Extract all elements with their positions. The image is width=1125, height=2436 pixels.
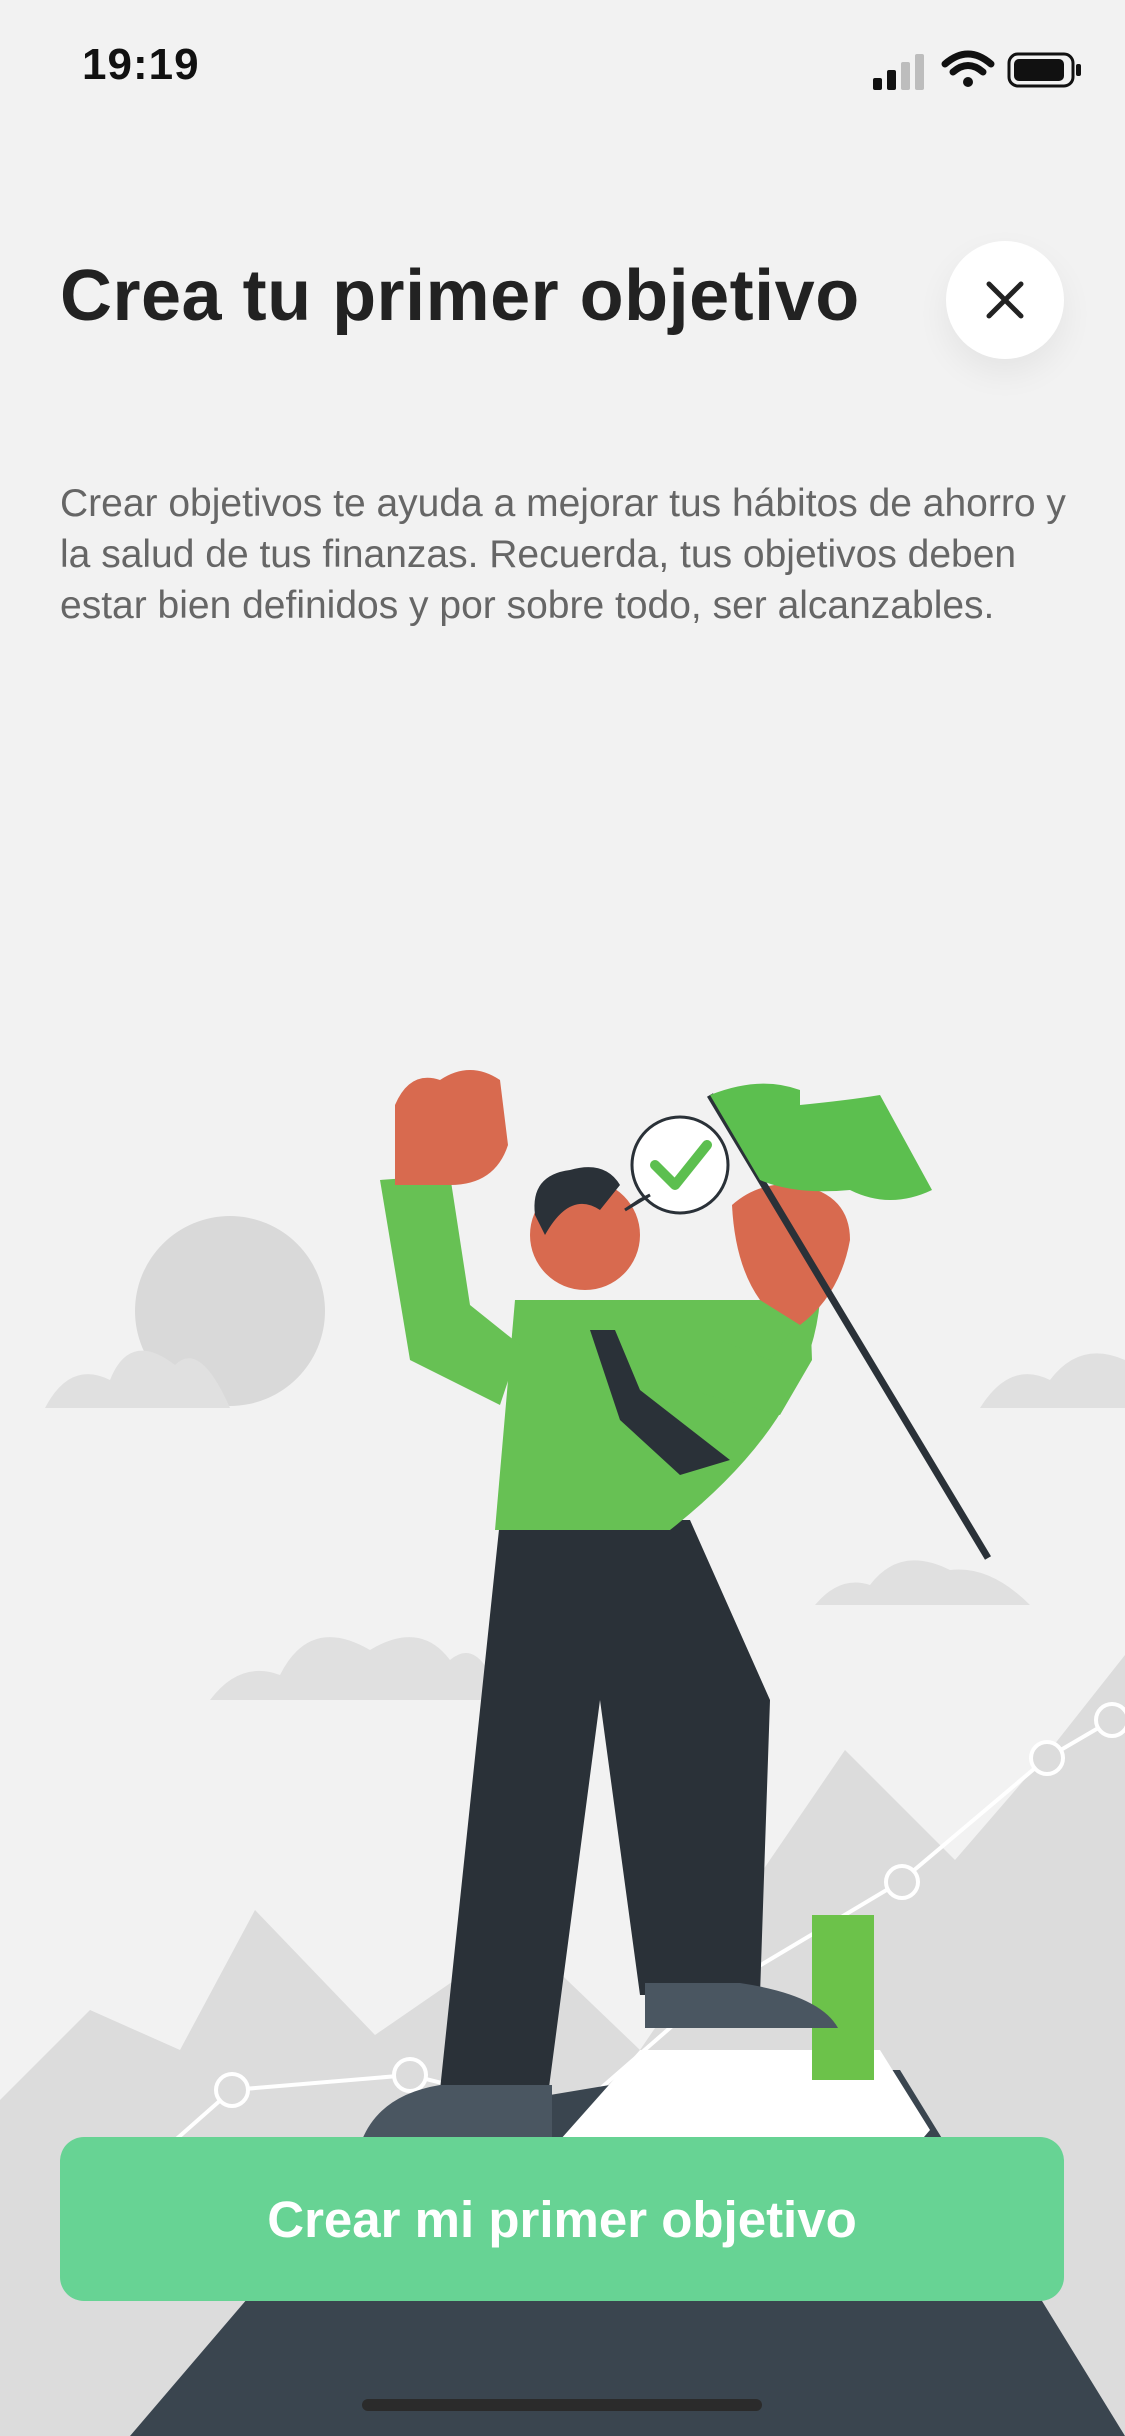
cloud-right — [980, 1353, 1125, 1408]
page-title: Crea tu primer objetivo — [60, 256, 860, 336]
description-text: Crear objetivos te ayuda a mejorar tus h… — [60, 482, 1066, 627]
create-goal-button-label: Crear mi primer objetivo — [267, 2190, 857, 2248]
peak-marker — [812, 1915, 874, 2080]
battery-icon — [1007, 52, 1081, 88]
status-bar: 19:19 — [0, 0, 1125, 135]
wifi-icon — [941, 50, 995, 87]
status-icons — [873, 50, 1081, 90]
create-goal-button[interactable]: Crear mi primer objetivo — [60, 2137, 1064, 2301]
status-time: 19:19 — [82, 40, 200, 89]
signal-icon — [873, 54, 924, 90]
flag — [710, 1083, 932, 1200]
close-icon — [986, 281, 1024, 319]
home-indicator — [362, 2399, 762, 2411]
close-button[interactable] — [946, 241, 1064, 359]
cloud-small — [815, 1560, 1030, 1605]
cloud-middle — [210, 1637, 500, 1700]
